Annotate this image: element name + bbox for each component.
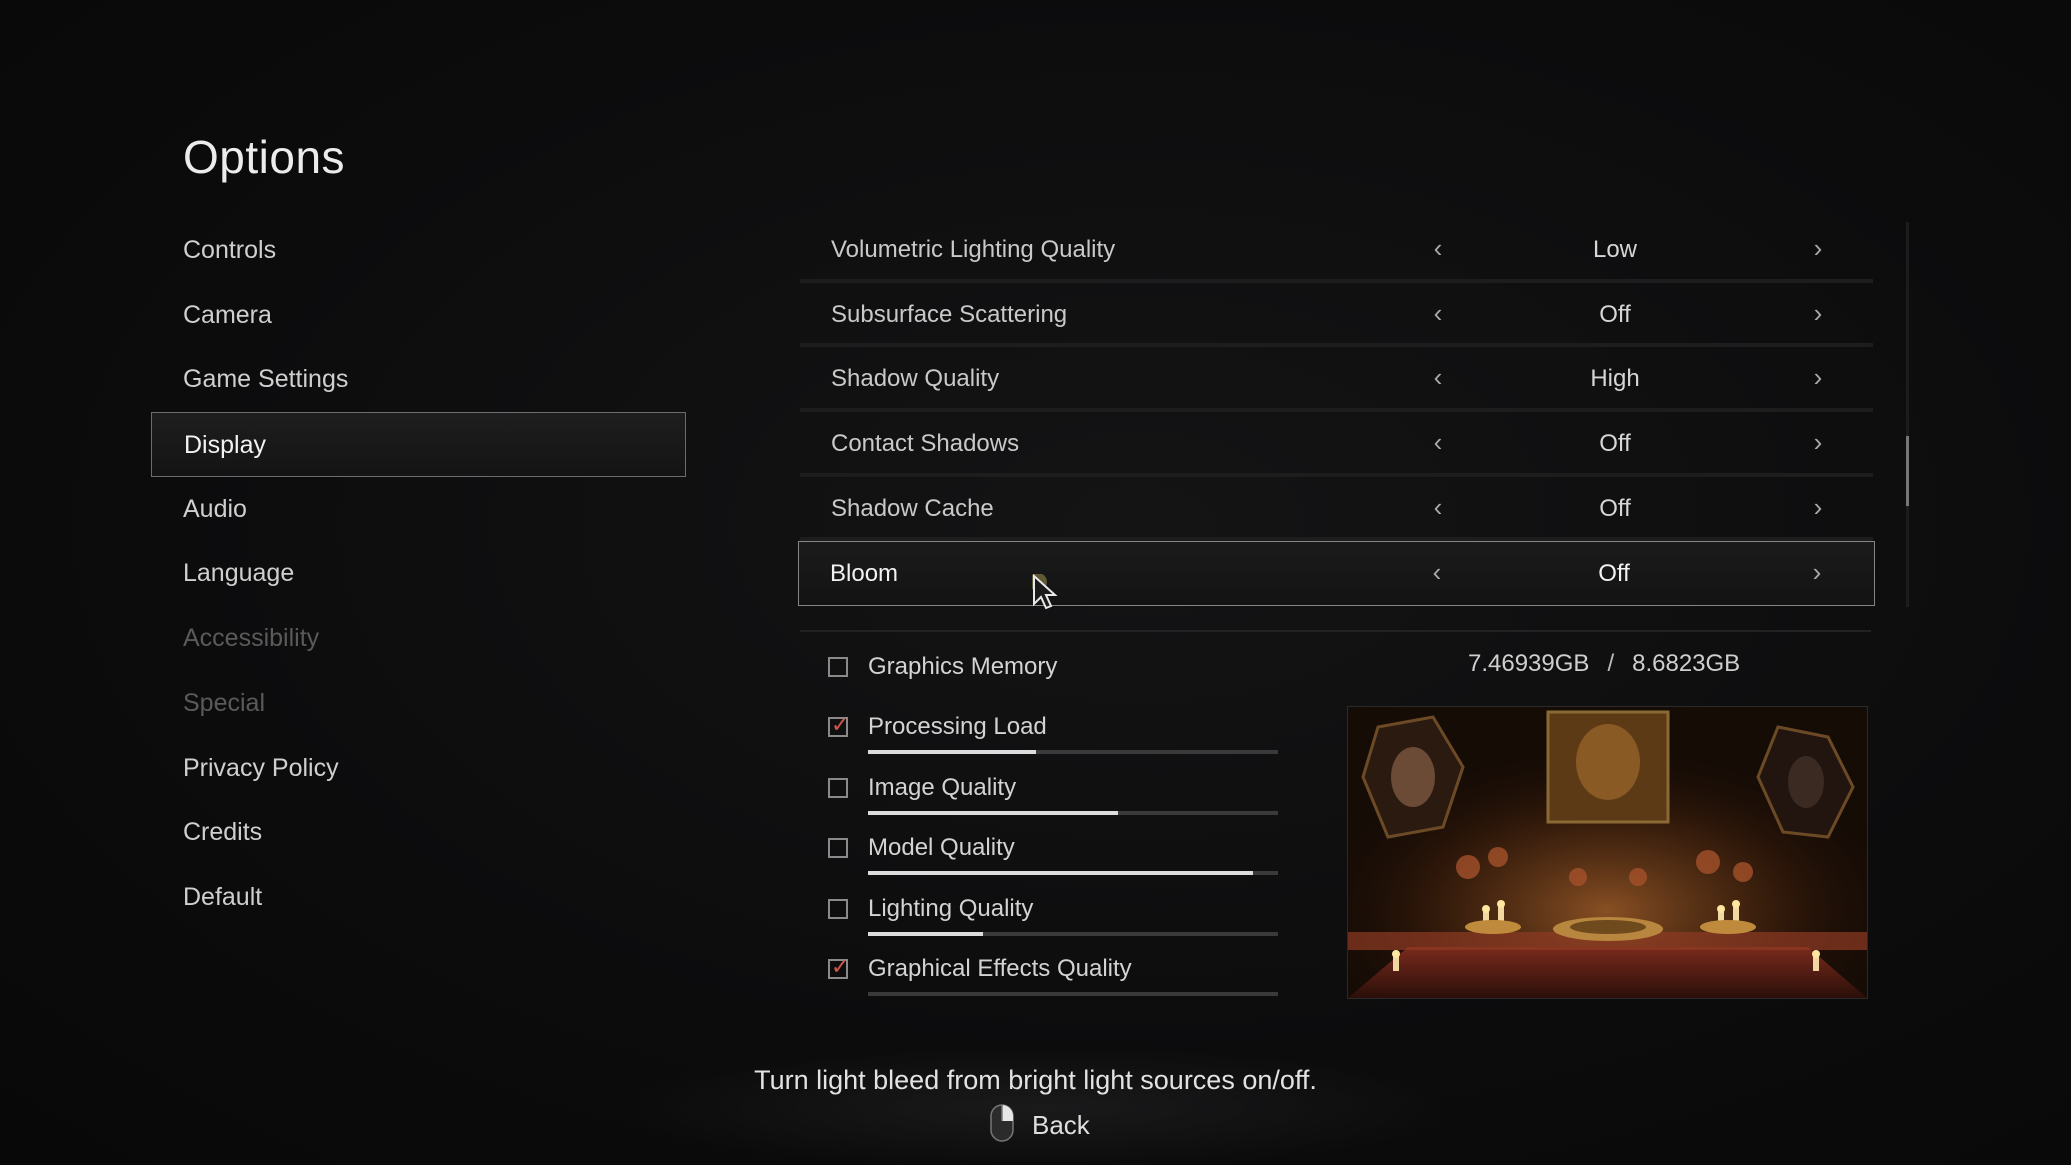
nav-item-audio[interactable]: Audio bbox=[151, 477, 686, 542]
chevron-right-icon[interactable]: › bbox=[1802, 542, 1832, 602]
back-label: Back bbox=[1032, 1109, 1090, 1140]
metric-label: Processing Load bbox=[868, 713, 1047, 740]
chevron-right-icon[interactable]: › bbox=[1803, 412, 1833, 472]
metric-checkbox[interactable] bbox=[828, 778, 848, 798]
nav-item-language[interactable]: Language bbox=[151, 541, 686, 606]
mouse-pointer-icon bbox=[1029, 573, 1062, 619]
metric-label: Image Quality bbox=[868, 774, 1017, 801]
shrine-scene-image bbox=[1348, 707, 1867, 998]
setting-row-shadow-cache[interactable]: Shadow Cache ‹ Off › bbox=[800, 477, 1873, 542]
back-button[interactable]: Back bbox=[990, 1103, 1090, 1147]
preview-image bbox=[1347, 706, 1868, 999]
metric-checkbox[interactable]: ✓ bbox=[828, 955, 849, 979]
metric-bar-fill bbox=[868, 750, 1037, 754]
setting-label: Shadow Quality bbox=[831, 365, 1000, 393]
nav-item-special: Special bbox=[183, 688, 265, 717]
metric-bar-fill bbox=[868, 811, 1119, 815]
options-nav: Controls Camera Game Settings Display Au… bbox=[151, 218, 686, 930]
graphics-memory-total: 8.6823GB bbox=[1632, 650, 1741, 677]
checkmark-icon: ✓ bbox=[831, 712, 850, 737]
nav-item-controls[interactable]: Controls bbox=[151, 218, 686, 283]
setting-row-bloom[interactable]: Bloom ‹ Off › bbox=[798, 541, 1875, 607]
metric-bar-fill bbox=[868, 871, 1254, 875]
metric-bar bbox=[868, 811, 1278, 815]
metric-bar bbox=[868, 871, 1278, 875]
setting-description: Turn light bleed from bright light sourc… bbox=[754, 1065, 1317, 1095]
setting-label: Volumetric Lighting Quality bbox=[831, 236, 1116, 263]
setting-row-shadow-quality[interactable]: Shadow Quality ‹ High › bbox=[800, 347, 1873, 413]
chevron-right-icon[interactable]: › bbox=[1803, 347, 1833, 407]
nav-item-credits[interactable]: Credits bbox=[151, 800, 686, 865]
setting-label: Contact Shadows bbox=[831, 430, 1020, 458]
nav-item-default[interactable]: Default bbox=[151, 865, 686, 930]
setting-value: Low bbox=[1592, 236, 1638, 263]
setting-row-contact-shadows[interactable]: Contact Shadows ‹ Off › bbox=[800, 412, 1873, 477]
metric-label: Lighting Quality bbox=[868, 895, 1034, 922]
chevron-left-icon[interactable]: ‹ bbox=[1423, 412, 1453, 472]
setting-label: Subsurface Scattering bbox=[831, 300, 1068, 328]
metric-bar bbox=[868, 750, 1278, 754]
setting-row-subsurface-scattering[interactable]: Subsurface Scattering ‹ Off › bbox=[800, 283, 1873, 348]
page-title: Options bbox=[183, 131, 346, 183]
section-divider bbox=[800, 630, 1871, 632]
mouse-right-button-icon bbox=[990, 1103, 1014, 1147]
graphics-memory-values: 7.46939GB / 8.6823GB bbox=[1468, 650, 1740, 678]
graphics-memory-label: Graphics Memory bbox=[868, 653, 1058, 680]
metric-label: Model Quality bbox=[868, 834, 1015, 861]
display-settings-list: Volumetric Lighting Quality ‹ Low › Subs… bbox=[798, 218, 1875, 607]
chevron-left-icon[interactable]: ‹ bbox=[1422, 542, 1452, 602]
setting-value: Off bbox=[1599, 494, 1631, 522]
scrollbar-thumb[interactable] bbox=[1906, 436, 1909, 507]
metric-checkbox[interactable]: ✓ bbox=[828, 713, 849, 737]
setting-label: Shadow Cache bbox=[831, 494, 994, 522]
checkmark-icon: ✓ bbox=[831, 954, 850, 979]
nav-item-display[interactable]: Display bbox=[151, 412, 686, 477]
chevron-left-icon[interactable]: ‹ bbox=[1423, 218, 1453, 278]
chevron-left-icon[interactable]: ‹ bbox=[1423, 477, 1453, 537]
chevron-right-icon[interactable]: › bbox=[1803, 283, 1833, 343]
chevron-left-icon[interactable]: ‹ bbox=[1423, 283, 1453, 343]
setting-value: Off bbox=[1599, 430, 1631, 458]
metric-bar bbox=[868, 992, 1278, 996]
chevron-left-icon[interactable]: ‹ bbox=[1423, 347, 1453, 407]
graphics-memory-checkbox[interactable] bbox=[828, 657, 848, 677]
graphics-memory-separator: / bbox=[1607, 650, 1615, 677]
metric-checkbox[interactable] bbox=[828, 838, 848, 858]
setting-row-volumetric-lighting-quality[interactable]: Volumetric Lighting Quality ‹ Low › bbox=[800, 218, 1873, 283]
setting-value: High bbox=[1590, 365, 1640, 393]
setting-label: Bloom bbox=[830, 560, 899, 588]
setting-value: Off bbox=[1599, 300, 1631, 328]
chevron-right-icon[interactable]: › bbox=[1803, 218, 1833, 278]
metric-bar-fill bbox=[868, 932, 983, 936]
setting-value: Off bbox=[1598, 560, 1630, 588]
nav-item-camera[interactable]: Camera bbox=[151, 283, 686, 348]
metric-label: Graphical Effects Quality bbox=[868, 955, 1132, 982]
metric-bar bbox=[868, 932, 1278, 936]
nav-item-accessibility: Accessibility bbox=[183, 624, 320, 653]
settings-scrollbar[interactable] bbox=[1906, 222, 1909, 607]
nav-item-game-settings[interactable]: Game Settings bbox=[151, 347, 686, 412]
nav-item-privacy-policy[interactable]: Privacy Policy bbox=[151, 736, 686, 801]
graphics-memory-used: 7.46939GB bbox=[1468, 650, 1590, 677]
chevron-right-icon[interactable]: › bbox=[1803, 477, 1833, 537]
metric-checkbox[interactable] bbox=[828, 899, 848, 919]
